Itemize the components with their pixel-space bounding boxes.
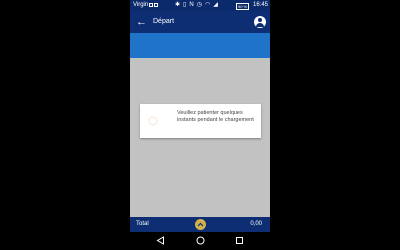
- status-bar: Virgin ✱ ▯ N ◷ ◠ ◢ 90 % 16:45: [130, 0, 270, 11]
- status-time: 16:45: [252, 2, 268, 8]
- carrier-name: Virgin: [133, 2, 149, 8]
- battery-indicator: 90 %: [236, 3, 250, 10]
- total-amount: 0,00: [250, 221, 262, 227]
- sub-header-bar: [130, 33, 270, 58]
- account-circle-icon[interactable]: [254, 16, 266, 28]
- total-label: Total: [136, 221, 149, 227]
- back-triangle-icon[interactable]: [156, 236, 165, 245]
- app-bar: ← Départ: [130, 11, 270, 33]
- alarm-icon: ◷: [196, 2, 202, 8]
- navigation-bar: [130, 232, 270, 250]
- recents-square-icon[interactable]: [235, 236, 244, 245]
- bluetooth-icon: ✱: [175, 2, 181, 8]
- wifi-icon: ◠: [204, 2, 211, 8]
- home-circle-icon[interactable]: [196, 236, 205, 245]
- message-notification-icon: [154, 3, 158, 7]
- notification-icons: [149, 3, 158, 7]
- arrow-left-icon[interactable]: ←: [136, 14, 147, 30]
- image-notification-icon: [149, 3, 153, 7]
- content-area: Veuillez patienter quelques instants pen…: [130, 58, 270, 217]
- signal-icon: ◢: [213, 2, 218, 8]
- vibrate-icon: ▯: [183, 2, 187, 8]
- loading-message: Veuillez patienter quelques instants pen…: [177, 110, 254, 123]
- system-icons: ✱ ▯ N ◷ ◠ ◢: [175, 0, 218, 11]
- total-bar: Total 0,00: [130, 217, 270, 232]
- page-title: Départ: [153, 18, 175, 25]
- nfc-icon: N: [189, 2, 194, 8]
- loading-dialog: Veuillez patienter quelques instants pen…: [140, 104, 261, 138]
- expand-button[interactable]: [195, 219, 206, 230]
- chevron-up-icon: [197, 222, 204, 227]
- loading-spinner-icon: [148, 116, 158, 126]
- phone-screen: Virgin ✱ ▯ N ◷ ◠ ◢ 90 % 16:45 ← Départ V…: [130, 0, 270, 250]
